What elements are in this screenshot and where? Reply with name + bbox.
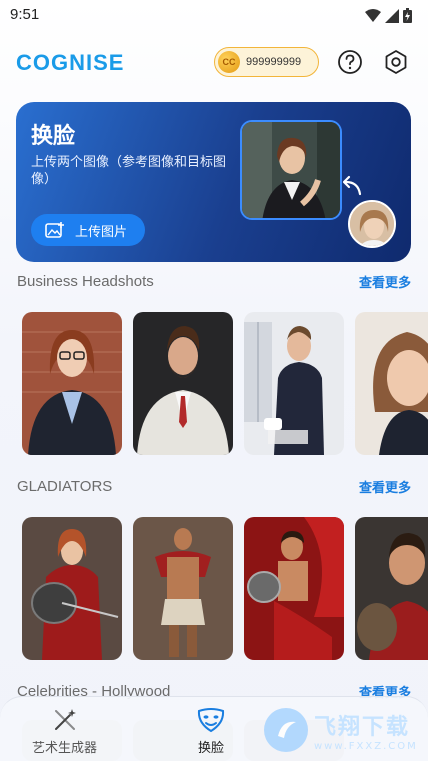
template-card[interactable] [355, 517, 428, 660]
template-card[interactable] [355, 312, 428, 455]
hero-subtitle: 上传两个图像（参考图像和目标图像） [31, 155, 227, 187]
gladiators-row[interactable] [22, 517, 428, 660]
upload-image-label: 上传图片 [75, 224, 128, 240]
section-title-gladiators: GLADIATORS [17, 478, 113, 495]
status-time: 9:51 [10, 6, 40, 23]
face-mask-icon [197, 708, 225, 733]
watermark-overlay: 飞翔下载 www.FXXZ.COM [264, 702, 424, 758]
hero-title: 换脸 [31, 124, 76, 149]
upload-image-icon [45, 222, 64, 238]
watermark-url: www.FXXZ.COM [314, 740, 418, 752]
face-swap-banner[interactable]: 换脸 上传两个图像（参考图像和目标图像） 上传图片 [16, 102, 411, 262]
wifi-icon [365, 8, 381, 22]
nav-art-generator[interactable]: 艺术生成器 [32, 707, 97, 756]
nav-face-swap[interactable]: 换脸 [196, 707, 226, 756]
status-bar: 9:51 [0, 0, 428, 30]
coin-balance[interactable]: CC 999999999 [214, 47, 319, 77]
swap-arrow-icon [342, 175, 362, 196]
see-more-business-headshots[interactable]: 查看更多 [359, 272, 411, 291]
watermark-text: 飞翔下载 [314, 714, 411, 740]
watermark-logo-icon [264, 708, 308, 752]
template-card[interactable] [133, 517, 233, 660]
app-logo: COGNISE [16, 50, 125, 75]
template-card[interactable] [22, 312, 122, 455]
target-photo-avatar [348, 200, 396, 248]
status-icons [365, 8, 412, 23]
template-card[interactable] [244, 517, 344, 660]
template-card[interactable] [22, 517, 122, 660]
template-card[interactable] [244, 312, 344, 455]
nav-art-generator-label: 艺术生成器 [32, 741, 98, 756]
coin-icon: CC [218, 51, 240, 73]
reference-photo [240, 120, 342, 220]
app-header: COGNISE CC 999999999 [0, 40, 428, 84]
coin-amount: 999999999 [246, 56, 302, 68]
signal-icon [385, 8, 399, 23]
settings-icon[interactable] [383, 49, 409, 75]
section-title-business-headshots: Business Headshots [17, 273, 154, 290]
help-icon[interactable] [337, 49, 363, 75]
battery-icon [403, 8, 412, 23]
business-headshots-row[interactable] [22, 312, 428, 455]
nav-face-swap-label: 换脸 [197, 741, 224, 756]
template-card[interactable] [133, 312, 233, 455]
magic-wand-icon [54, 709, 76, 730]
upload-image-button[interactable]: 上传图片 [31, 214, 145, 246]
see-more-gladiators[interactable]: 查看更多 [359, 477, 411, 496]
